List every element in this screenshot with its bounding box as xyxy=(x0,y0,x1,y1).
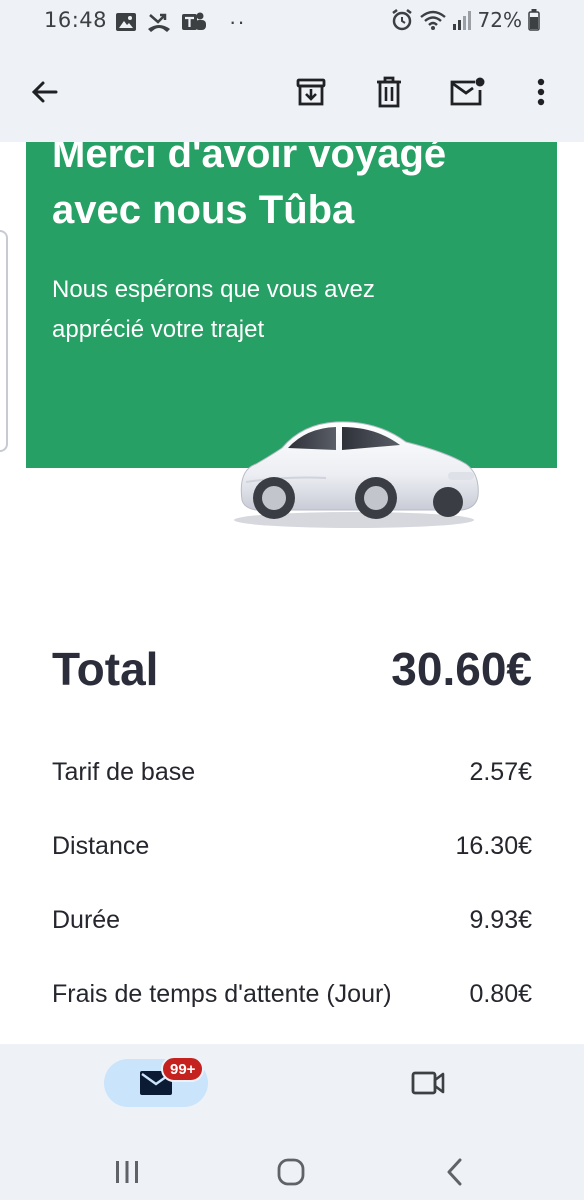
archive-icon xyxy=(296,78,326,106)
system-back-button[interactable] xyxy=(426,1150,482,1194)
recent-apps-button[interactable] xyxy=(99,1150,155,1194)
missed-call-icon xyxy=(148,13,170,32)
total-row: Total 30.60€ xyxy=(52,642,532,712)
system-navigation xyxy=(0,1144,584,1200)
fare-value: 16.30€ xyxy=(455,832,532,860)
meet-tab[interactable] xyxy=(404,1061,452,1105)
battery-percent: 72% xyxy=(477,8,522,32)
mark-unread-button[interactable] xyxy=(445,70,489,114)
fare-line-distance: Distance 16.30€ xyxy=(52,832,532,861)
more-notifications-dots: ·· xyxy=(229,9,246,34)
teams-icon xyxy=(182,12,206,30)
hero-subtitle-line-2: apprécié votre trajet xyxy=(52,316,265,343)
alarm-icon xyxy=(391,9,412,31)
hero-subtitle-line-1: Nous espérons que vous avez xyxy=(52,276,375,303)
back-button[interactable] xyxy=(22,70,66,114)
delete-button[interactable] xyxy=(367,70,411,114)
home-button[interactable] xyxy=(263,1150,319,1194)
home-icon xyxy=(277,1158,305,1186)
delete-icon xyxy=(377,76,401,108)
gallery-icon xyxy=(116,13,136,31)
fare-label: Durée xyxy=(52,906,121,934)
fare-line-duration: Durée 9.93€ xyxy=(52,906,532,935)
hero-subtitle: Nous espérons que vous avez apprécié vot… xyxy=(52,270,452,350)
signal-icon xyxy=(452,11,471,30)
status-right-icons: 72% xyxy=(390,8,540,32)
unread-count-badge: 99+ xyxy=(161,1056,205,1082)
fare-line-base: Tarif de base 2.57€ xyxy=(52,758,532,787)
more-options-button[interactable] xyxy=(519,70,563,114)
status-time: 16:48 xyxy=(44,8,108,32)
status-bar: 16:48 ·· 72% xyxy=(0,0,584,42)
hero-title-line-2: avec nous Tûba xyxy=(52,188,355,232)
wifi-icon xyxy=(419,10,446,30)
email-body[interactable]: Merci d'avoir voyagé avec nous Tûba Nous… xyxy=(0,142,584,1044)
more-vert-icon xyxy=(537,78,545,106)
hero-title-line-1: Merci d'avoir voyagé xyxy=(52,142,447,176)
fare-label: Frais de temps d'attente (Jour) xyxy=(52,980,392,1008)
recent-apps-icon xyxy=(116,1161,138,1183)
fare-label: Distance xyxy=(52,832,150,860)
total-value: 30.60€ xyxy=(391,643,532,695)
fare-value: 9.93€ xyxy=(469,906,532,934)
back-arrow-icon xyxy=(31,81,58,103)
fare-line-waiting: Frais de temps d'attente (Jour) 0.80€ xyxy=(52,980,532,1009)
battery-icon xyxy=(528,9,540,31)
fare-value: 2.57€ xyxy=(469,758,532,786)
bottom-navigation: 99+ xyxy=(0,1044,584,1200)
hero-title: Merci d'avoir voyagé avec nous Tûba xyxy=(52,142,542,238)
archive-button[interactable] xyxy=(289,70,333,114)
video-camera-icon xyxy=(411,1071,445,1095)
total-label: Total xyxy=(52,643,159,695)
fare-value: 0.80€ xyxy=(469,980,532,1008)
scroll-handle[interactable] xyxy=(0,230,8,452)
notification-icons: ·· xyxy=(115,9,246,35)
mark-unread-icon xyxy=(450,77,485,106)
fare-label: Tarif de base xyxy=(52,758,196,786)
car-illustration xyxy=(234,421,479,528)
email-toolbar xyxy=(0,42,584,142)
back-icon xyxy=(447,1158,462,1186)
